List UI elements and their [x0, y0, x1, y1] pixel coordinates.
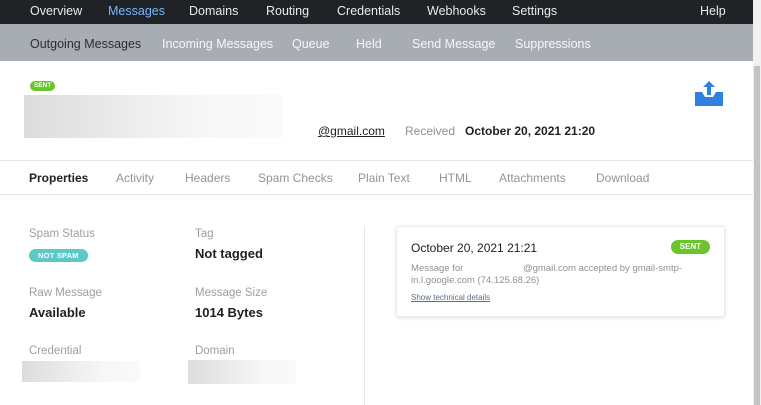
column-divider	[364, 226, 365, 405]
tab-html[interactable]: HTML	[439, 171, 472, 185]
nav-routing[interactable]: Routing	[266, 4, 309, 18]
message-size-label: Message Size	[195, 287, 268, 299]
recipient-address[interactable]: @gmail.com	[318, 124, 385, 138]
tab-download[interactable]: Download	[596, 171, 649, 185]
tab-headers[interactable]: Headers	[185, 171, 230, 185]
subnav-queue[interactable]: Queue	[292, 37, 330, 51]
scrollbar-thumb[interactable]	[754, 66, 760, 405]
nav-overview[interactable]: Overview	[30, 4, 82, 18]
delivery-status-badge: SENT	[670, 240, 710, 254]
message-size-value: 1014 Bytes	[195, 305, 263, 320]
delivery-attempt-card: October 20, 2021 21:21 SENT Message for …	[396, 226, 725, 317]
nav-credentials[interactable]: Credentials	[337, 4, 400, 18]
received-date: October 20, 2021 21:20	[465, 124, 596, 138]
spam-status-label: Spam Status	[29, 228, 95, 240]
redacted-credential	[22, 361, 140, 382]
subnav-send-message[interactable]: Send Message	[412, 37, 495, 51]
delivery-server-line: in.l.google.com (74.125.68.26)	[411, 275, 540, 286]
tab-attachments[interactable]: Attachments	[499, 171, 566, 185]
delivery-accepted-text: @gmail.com accepted by gmail-smtp-	[523, 263, 683, 274]
received-label: Received	[405, 124, 456, 138]
nav-settings[interactable]: Settings	[512, 4, 557, 18]
sub-nav: Outgoing Messages Incoming Messages Queu…	[0, 24, 753, 61]
nav-help[interactable]: Help	[700, 4, 726, 18]
redacted-recipient	[283, 123, 316, 138]
nav-domains[interactable]: Domains	[189, 4, 238, 18]
tab-properties[interactable]: Properties	[29, 171, 88, 185]
domain-label: Domain	[195, 345, 235, 357]
top-nav: Overview Messages Domains Routing Creden…	[0, 0, 753, 24]
subnav-outgoing-messages[interactable]: Outgoing Messages	[30, 37, 141, 51]
tag-value: Not tagged	[195, 246, 263, 261]
page-scrollbar[interactable]	[753, 0, 761, 405]
show-technical-details-link[interactable]: Show technical details	[411, 293, 490, 302]
raw-message-value[interactable]: Available	[29, 305, 86, 320]
credential-label: Credential	[29, 345, 82, 357]
redacted-domain	[188, 360, 296, 384]
subnav-held[interactable]: Held	[356, 37, 382, 51]
not-spam-badge: NOT SPAM	[29, 249, 88, 262]
nav-webhooks[interactable]: Webhooks	[427, 4, 486, 18]
subnav-suppressions[interactable]: Suppressions	[515, 37, 591, 51]
delivery-date: October 20, 2021 21:21	[411, 241, 538, 255]
tab-plain-text[interactable]: Plain Text	[358, 171, 410, 185]
raw-message-label: Raw Message	[29, 287, 102, 299]
tag-label: Tag	[195, 228, 214, 240]
redacted-subject	[24, 95, 283, 138]
tab-spam-checks[interactable]: Spam Checks	[258, 171, 333, 185]
tab-activity[interactable]: Activity	[116, 171, 154, 185]
message-status-badge: SENT	[30, 81, 56, 91]
subnav-incoming-messages[interactable]: Incoming Messages	[162, 37, 273, 51]
nav-messages[interactable]: Messages	[108, 4, 165, 18]
upload-tray-icon[interactable]	[693, 79, 725, 107]
message-tabs: Properties Activity Headers Spam Checks …	[0, 160, 753, 195]
delivery-message-for: Message for	[411, 263, 464, 274]
